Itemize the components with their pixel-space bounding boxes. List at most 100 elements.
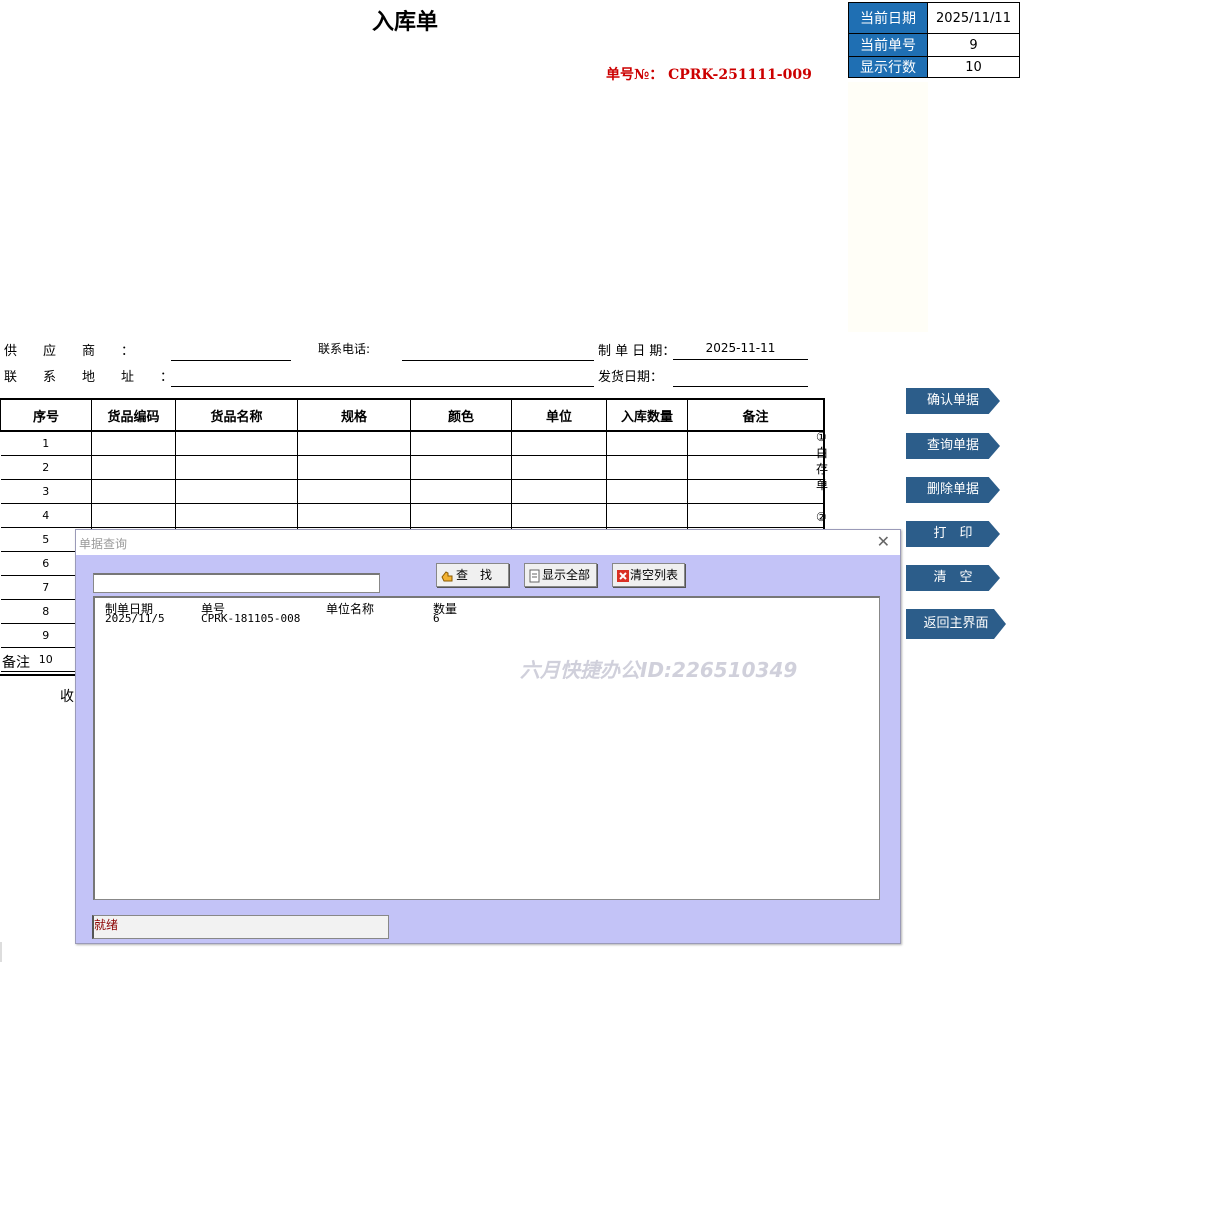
- current-number-label: 当前单号: [848, 33, 928, 57]
- doc-no-label: 单号№：: [606, 67, 664, 83]
- find-button-label: 查 找: [456, 568, 493, 582]
- info-box: 当前日期 2025/11/11 当前单号 9 显示行数 10: [848, 2, 1020, 78]
- back-to-main-button[interactable]: 返回主界面: [906, 609, 1006, 639]
- list-item-date: 2025/11/5: [105, 612, 165, 625]
- note-label: 备注: [2, 655, 30, 671]
- blank-area: [848, 82, 928, 332]
- ship-date-label: 发货日期：: [598, 370, 664, 385]
- clear-list-button[interactable]: 清空列表: [612, 563, 685, 587]
- col-code: 货品编码: [91, 398, 176, 432]
- document-query-dialog: 单据查询 ✕ 查 找 显示全部 清空列表 制单日期 单号 单位名称 数量 202…: [75, 529, 901, 944]
- ship-date-field[interactable]: [673, 368, 808, 387]
- show-all-button[interactable]: 显示全部: [524, 563, 597, 587]
- search-input[interactable]: [93, 573, 380, 593]
- document-number: 单号№： CPRK-251111-009: [606, 64, 812, 84]
- list-col-unit-name: 单位名称: [326, 602, 375, 616]
- table-row: 1: [0, 430, 825, 456]
- table-header-row: 序号 货品编码 货品名称 规格 颜色 单位 入库数量 备注: [0, 398, 825, 432]
- col-spec: 规格: [297, 398, 411, 432]
- current-number-value[interactable]: 9: [927, 33, 1020, 57]
- dialog-title: 单据查询: [79, 537, 128, 551]
- confirm-document-button[interactable]: 确认单据: [906, 388, 1000, 414]
- clear-list-button-label: 清空列表: [630, 568, 679, 582]
- side-note-2: ②: [816, 510, 827, 524]
- col-color: 颜色: [410, 398, 512, 432]
- table-cell[interactable]: [297, 455, 411, 480]
- table-cell[interactable]: [410, 503, 512, 528]
- col-remark: 备注: [687, 398, 825, 432]
- table-cell[interactable]: [175, 430, 298, 456]
- table-cell[interactable]: [91, 430, 176, 456]
- address-label: 联 系 地 址 ：: [4, 370, 174, 385]
- sheet-edge: [0, 942, 2, 962]
- table-cell[interactable]: [606, 479, 688, 504]
- status-bar: 就绪: [92, 915, 389, 939]
- col-name: 货品名称: [175, 398, 298, 432]
- side-note-1: ①白存单: [816, 430, 829, 492]
- current-date-value[interactable]: 2025/11/11: [927, 2, 1020, 34]
- table-cell[interactable]: [511, 503, 607, 528]
- phone-label: 联系电话:: [318, 342, 371, 356]
- close-icon[interactable]: ✕: [877, 532, 890, 551]
- table-cell[interactable]: [687, 479, 825, 504]
- address-field[interactable]: [171, 368, 594, 387]
- order-date-label: 制 单 日 期：: [598, 344, 676, 359]
- row-number-cell[interactable]: 4: [0, 503, 92, 528]
- table-cell[interactable]: [410, 479, 512, 504]
- supplier-label: 供 应 商 ：: [4, 344, 135, 359]
- row-number-cell[interactable]: 1: [0, 430, 92, 456]
- table-cell[interactable]: [175, 455, 298, 480]
- table-row: 3: [0, 479, 825, 504]
- document-icon: [528, 568, 542, 582]
- show-all-button-label: 显示全部: [542, 568, 591, 582]
- receiver-label: 收: [60, 689, 74, 705]
- watermark: 六月快捷办公ID:226510349: [520, 658, 798, 682]
- current-date-label: 当前日期: [848, 2, 928, 34]
- row-number-cell[interactable]: 3: [0, 479, 92, 504]
- table-cell[interactable]: [511, 479, 607, 504]
- table-cell[interactable]: [410, 455, 512, 480]
- table-cell[interactable]: [410, 430, 512, 456]
- find-button[interactable]: 查 找: [436, 563, 509, 587]
- table-cell[interactable]: [91, 503, 176, 528]
- table-cell[interactable]: [606, 455, 688, 480]
- table-cell[interactable]: [175, 503, 298, 528]
- note-divider: [0, 674, 80, 676]
- dialog-titlebar: 单据查询 ✕: [76, 530, 900, 555]
- display-rows-label: 显示行数: [848, 56, 928, 78]
- table-cell[interactable]: [606, 503, 688, 528]
- clear-button[interactable]: 清 空: [906, 565, 1000, 591]
- col-seq: 序号: [0, 398, 92, 432]
- table-cell[interactable]: [511, 430, 607, 456]
- col-qty: 入库数量: [606, 398, 688, 432]
- col-unit: 单位: [511, 398, 607, 432]
- table-cell[interactable]: [297, 430, 411, 456]
- row-number-cell[interactable]: 2: [0, 455, 92, 480]
- table-cell[interactable]: [687, 455, 825, 480]
- query-document-button[interactable]: 查询单据: [906, 433, 1000, 459]
- table-cell[interactable]: [91, 455, 176, 480]
- table-cell[interactable]: [687, 503, 825, 528]
- delete-icon: [616, 568, 630, 582]
- supplier-field[interactable]: [171, 342, 291, 361]
- table-cell[interactable]: [511, 455, 607, 480]
- table-cell[interactable]: [297, 503, 411, 528]
- table-cell[interactable]: [297, 479, 411, 504]
- hand-pointer-icon: [440, 568, 454, 582]
- order-date-field[interactable]: 2025-11-11: [673, 341, 808, 360]
- table-cell[interactable]: [91, 479, 176, 504]
- phone-field[interactable]: [402, 342, 594, 361]
- list-item-number: CPRK-181105-008: [201, 612, 301, 625]
- display-rows-value[interactable]: 10: [927, 56, 1020, 78]
- list-item-qty: 6: [433, 612, 440, 625]
- delete-document-button[interactable]: 删除单据: [906, 477, 1000, 503]
- print-button[interactable]: 打 印: [906, 521, 1000, 547]
- page-title: 入库单: [371, 9, 438, 35]
- table-cell[interactable]: [175, 479, 298, 504]
- table-row: 2: [0, 455, 825, 480]
- table-row: 4: [0, 503, 825, 528]
- results-list[interactable]: 制单日期 单号 单位名称 数量 2025/11/5 CPRK-181105-00…: [93, 596, 880, 900]
- table-cell[interactable]: [687, 430, 825, 456]
- doc-no-value: CPRK-251111-009: [668, 67, 812, 83]
- table-cell[interactable]: [606, 430, 688, 456]
